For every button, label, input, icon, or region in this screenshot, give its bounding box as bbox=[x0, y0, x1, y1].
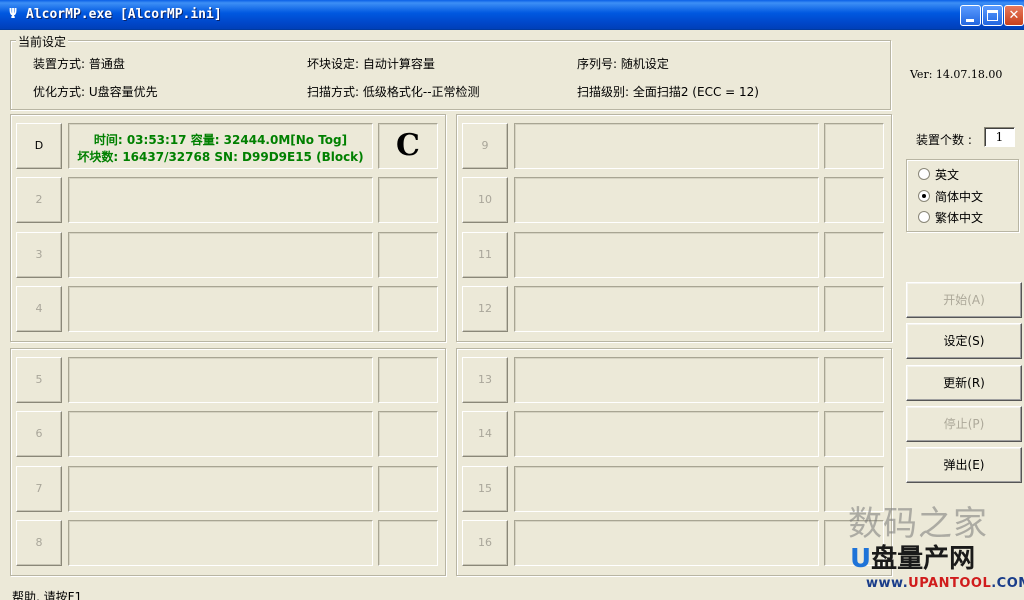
device-slot-status-14 bbox=[824, 411, 884, 457]
radio-icon[interactable] bbox=[918, 190, 930, 202]
scan-mode-label: 扫描方式: 低级格式化--正常检测 bbox=[307, 85, 480, 99]
language-label: 简体中文 bbox=[935, 189, 984, 204]
app-icon[interactable]: Ψ bbox=[7, 7, 19, 23]
title-bar[interactable]: Ψ AlcorMP.exe [AlcorMP.ini] ✕ bbox=[0, 0, 1024, 30]
watermark-domain: UPANTOOL bbox=[908, 576, 992, 591]
device-slot-info-3 bbox=[68, 232, 373, 278]
device-slot-status-13 bbox=[824, 357, 884, 403]
device-slot-status-6 bbox=[378, 411, 438, 457]
device-slot-info-8 bbox=[68, 520, 373, 566]
device-slot-info-14 bbox=[514, 411, 819, 457]
device-slot-status-7 bbox=[378, 466, 438, 512]
device-slot-button-6[interactable]: 6 bbox=[16, 411, 62, 457]
minimize-button[interactable] bbox=[960, 5, 981, 26]
window-title: AlcorMP.exe [AlcorMP.ini] bbox=[26, 7, 222, 22]
device-slot-button-14[interactable]: 14 bbox=[462, 411, 508, 457]
bad-block-label: 坏块设定: 自动计算容量 bbox=[307, 57, 435, 71]
device-slot-info-10 bbox=[514, 177, 819, 223]
slot-info-line2: 坏块数: 16437/32768 SN: D99D9E15 (Block) bbox=[77, 150, 364, 164]
device-slot-status-9 bbox=[824, 123, 884, 169]
close-button[interactable]: ✕ bbox=[1004, 5, 1024, 26]
radio-icon[interactable] bbox=[918, 211, 930, 223]
slot-info-line1: 时间: 03:53:17 容量: 32444.0M[No Tog] bbox=[93, 133, 348, 147]
install-mode-label: 装置方式: 普通盘 bbox=[33, 57, 125, 71]
watermark-logo-text: 盘量产网 bbox=[871, 544, 976, 574]
device-slot-info-12 bbox=[514, 286, 819, 332]
device-slot-button-10[interactable]: 10 bbox=[462, 177, 508, 223]
device-slot-status-2 bbox=[378, 177, 438, 223]
settings-legend: 当前设定 bbox=[16, 33, 69, 50]
device-slot-status-5 bbox=[378, 357, 438, 403]
device-slot-info-9 bbox=[514, 123, 819, 169]
device-slot-info-16 bbox=[514, 520, 819, 566]
serial-label: 序列号: 随机设定 bbox=[577, 57, 669, 71]
minimize-icon bbox=[966, 19, 974, 22]
device-slot-status-4 bbox=[378, 286, 438, 332]
device-slot-button-11[interactable]: 11 bbox=[462, 232, 508, 278]
device-slot-button-16[interactable]: 16 bbox=[462, 520, 508, 566]
maximize-icon bbox=[987, 10, 998, 21]
device-slot-status-10 bbox=[824, 177, 884, 223]
device-slot-button-8[interactable]: 8 bbox=[16, 520, 62, 566]
device-slot-status-12 bbox=[824, 286, 884, 332]
device-slot-button-7[interactable]: 7 bbox=[16, 466, 62, 512]
radio-icon[interactable] bbox=[918, 168, 930, 180]
device-slot-info-7 bbox=[68, 466, 373, 512]
watermark-tld: .COM bbox=[991, 576, 1024, 591]
language-option-1[interactable]: 英文 bbox=[918, 166, 959, 182]
start-button[interactable]: 开始(A) bbox=[906, 282, 1022, 318]
device-slot-status-1: C bbox=[378, 123, 438, 169]
watermark-www: www. bbox=[866, 576, 909, 591]
scan-level-label: 扫描级别: 全面扫描2 (ECC = 12) bbox=[577, 85, 759, 99]
device-slot-info-5 bbox=[68, 357, 373, 403]
stop-button[interactable]: 停止(P) bbox=[906, 406, 1022, 442]
update-button[interactable]: 更新(R) bbox=[906, 365, 1022, 401]
device-slot-info-1: 时间: 03:53:17 容量: 32444.0M[No Tog] 坏块数: 16… bbox=[68, 123, 373, 169]
device-slot-button-1[interactable]: D bbox=[16, 123, 62, 169]
watermark-logo: U盘量产网 bbox=[850, 538, 975, 575]
close-icon: ✕ bbox=[1008, 8, 1020, 23]
language-label: 繁体中文 bbox=[935, 210, 984, 225]
language-option-2[interactable]: 简体中文 bbox=[918, 188, 983, 204]
device-slot-button-15[interactable]: 15 bbox=[462, 466, 508, 512]
device-slot-info-15 bbox=[514, 466, 819, 512]
device-slot-info-13 bbox=[514, 357, 819, 403]
language-option-3[interactable]: 繁体中文 bbox=[918, 209, 983, 225]
optimize-label: 优化方式: U盘容量优先 bbox=[33, 85, 158, 99]
watermark-u: U bbox=[850, 544, 872, 574]
device-slot-button-9[interactable]: 9 bbox=[462, 123, 508, 169]
device-slot-status-8 bbox=[378, 520, 438, 566]
device-slot-button-4[interactable]: 4 bbox=[16, 286, 62, 332]
device-slot-button-5[interactable]: 5 bbox=[16, 357, 62, 403]
device-slot-status-11 bbox=[824, 232, 884, 278]
watermark-url: www.UPANTOOL.COM bbox=[866, 576, 1024, 591]
language-label: 英文 bbox=[935, 167, 960, 182]
device-slot-info-4 bbox=[68, 286, 373, 332]
settings-button[interactable]: 设定(S) bbox=[906, 323, 1022, 359]
device-slot-info-6 bbox=[68, 411, 373, 457]
device-slot-status-3 bbox=[378, 232, 438, 278]
device-slot-button-13[interactable]: 13 bbox=[462, 357, 508, 403]
device-count-label: 装置个数 : bbox=[916, 133, 972, 147]
device-count-field[interactable]: 1 bbox=[984, 127, 1015, 147]
status-bar-text: 帮助, 请按F1 bbox=[12, 590, 83, 600]
device-slot-button-2[interactable]: 2 bbox=[16, 177, 62, 223]
eject-button[interactable]: 弹出(E) bbox=[906, 447, 1022, 483]
device-slot-button-3[interactable]: 3 bbox=[16, 232, 62, 278]
device-slot-info-11 bbox=[514, 232, 819, 278]
version-label: Ver: 14.07.18.00 bbox=[910, 68, 1003, 81]
device-slot-button-12[interactable]: 12 bbox=[462, 286, 508, 332]
device-slot-info-2 bbox=[68, 177, 373, 223]
maximize-button[interactable] bbox=[982, 5, 1003, 26]
